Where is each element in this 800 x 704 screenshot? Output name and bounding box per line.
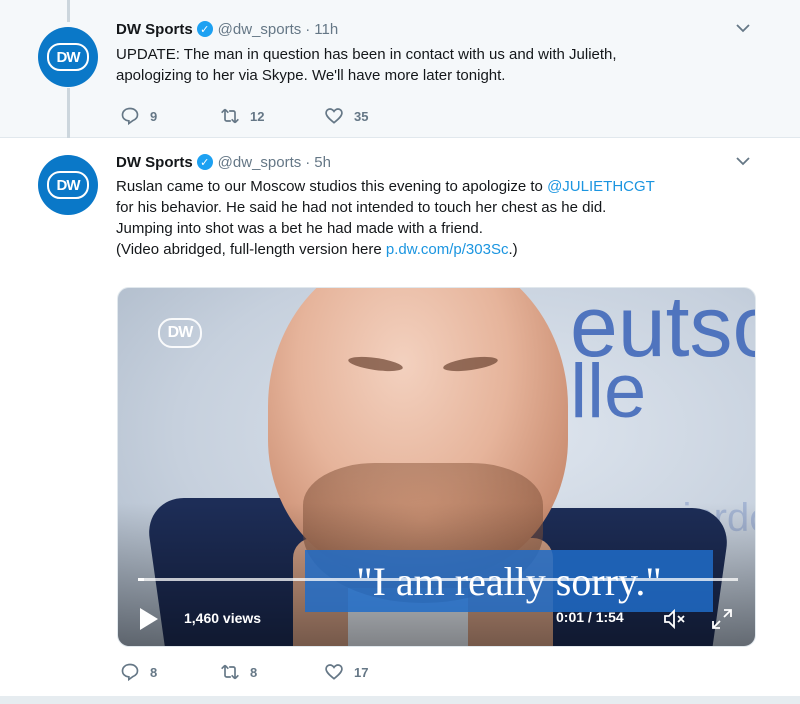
tweet-text-line: Jumping into shot was a bet he had made …: [116, 220, 483, 237]
timestamp[interactable]: 11h: [314, 21, 338, 38]
video-caption: "I am really sorry.": [305, 550, 713, 612]
chevron-down-icon[interactable]: [735, 153, 751, 169]
display-name[interactable]: DW Sports: [116, 21, 193, 38]
reply-icon: [121, 107, 139, 126]
dw-logo-icon: DW: [47, 43, 89, 71]
reply-icon: [121, 663, 139, 682]
reply-count: 8: [150, 664, 158, 680]
reply-button[interactable]: 8: [120, 662, 220, 682]
tweet-update[interactable]: DW DW Sports ✓ @dw_sports · 11h UPDATE: …: [0, 0, 800, 140]
mute-icon[interactable]: [663, 608, 687, 630]
like-icon: [325, 108, 343, 124]
separator-dot: ·: [305, 20, 311, 38]
fullscreen-icon[interactable]: [710, 607, 734, 631]
reply-button[interactable]: 9: [120, 106, 220, 126]
display-name[interactable]: DW Sports: [116, 154, 193, 171]
view-count: 1,460 views: [184, 610, 262, 626]
video-progress-bar[interactable]: [138, 578, 738, 581]
timestamp[interactable]: 5h: [314, 154, 331, 171]
retweet-icon: [221, 664, 239, 680]
like-button[interactable]: 17: [324, 662, 368, 682]
avatar[interactable]: DW: [38, 27, 98, 87]
chevron-down-icon[interactable]: [735, 20, 751, 36]
tweet-text: Ruslan came to our Moscow studios this e…: [116, 176, 756, 260]
like-count: 17: [354, 664, 369, 680]
separator-dot: ·: [305, 153, 311, 171]
tweet-text-line: for his behavior. He said he had not int…: [116, 199, 607, 216]
tweet-text-line: Ruslan came to our Moscow studios this e…: [116, 176, 756, 197]
video-player[interactable]: eutsch elle eninrdc DW "I am really sorr…: [117, 287, 756, 647]
thread-line-connector: [67, 88, 70, 140]
tweet-text-line: UPDATE: The man in question has been in …: [116, 46, 617, 63]
verified-badge-icon: ✓: [196, 21, 213, 37]
dw-watermark-icon: DW: [158, 318, 202, 348]
timeline-divider: [0, 696, 800, 704]
tweet-header: DW Sports ✓ @dw_sports · 5h: [116, 151, 331, 173]
verified-badge-icon: ✓: [196, 154, 213, 170]
avatar[interactable]: DW: [38, 155, 98, 215]
external-link[interactable]: p.dw.com/p/303Sc: [386, 241, 509, 258]
dw-logo-icon: DW: [47, 171, 89, 199]
thread-line-top: [67, 0, 70, 22]
tweet-text-line: (Video abridged, full-length version her…: [116, 239, 756, 260]
reply-count: 9: [150, 108, 158, 124]
video-timecode: 0:01 / 1:54: [556, 609, 624, 625]
like-icon: [325, 664, 343, 680]
retweet-count: 12: [250, 108, 265, 124]
retweet-icon: [221, 108, 239, 124]
tweet-text-line: apologizing to her via Skype. We'll have…: [116, 67, 506, 84]
tweet-apology-video[interactable]: DW DW Sports ✓ @dw_sports · 5h Ruslan ca…: [0, 138, 800, 696]
tweet-text: UPDATE: The man in question has been in …: [116, 44, 756, 86]
retweet-count: 8: [250, 664, 258, 680]
video-progress-fill: [138, 578, 144, 581]
text-segment: .): [508, 241, 518, 258]
retweet-button[interactable]: 12: [220, 106, 324, 126]
like-button[interactable]: 35: [324, 106, 368, 126]
retweet-button[interactable]: 8: [220, 662, 324, 682]
user-handle[interactable]: @dw_sports: [218, 21, 302, 38]
text-segment: (Video abridged, full-length version her…: [116, 241, 386, 258]
tweet-actions: 9 12 35: [120, 106, 368, 126]
mention-link[interactable]: @JULIETHCGT: [547, 178, 655, 195]
tweet-actions: 8 8 17: [120, 662, 368, 682]
text-segment: Ruslan came to our Moscow studios this e…: [116, 178, 548, 195]
play-icon[interactable]: [138, 606, 160, 632]
tweet-header: DW Sports ✓ @dw_sports · 11h: [116, 18, 338, 40]
user-handle[interactable]: @dw_sports: [218, 154, 302, 171]
like-count: 35: [354, 108, 369, 124]
